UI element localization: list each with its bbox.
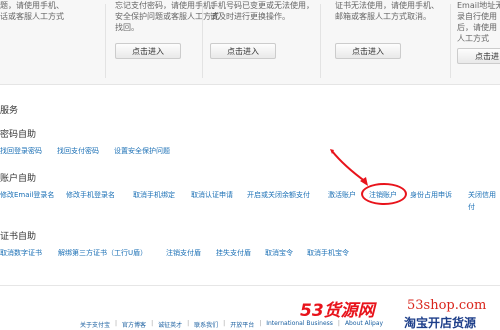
link-cancel-verification[interactable]: 取消认证申请: [191, 190, 233, 200]
footer-link-blog[interactable]: 官方博客: [122, 320, 146, 330]
link-modify-email-login[interactable]: 修改Email登录名: [0, 190, 54, 200]
footer-link-about[interactable]: 关于支付宝: [80, 320, 110, 330]
service-title: 服务: [0, 106, 19, 116]
enter-button[interactable]: 点击进入: [210, 43, 276, 59]
card-desc-line: 题，请使用手机、: [0, 1, 64, 10]
card-desc: 手机号码已变更或无法使用， 请及时进行更换操作。: [210, 0, 314, 22]
link-close-credit[interactable]: 关闭信用: [468, 190, 496, 200]
card-desc-line: 忘记支付密码，请使用手机、: [115, 1, 219, 10]
link-balance-payment-toggle[interactable]: 开启或关闭余额支付: [247, 190, 310, 200]
link-activate-account[interactable]: 激活账户: [328, 190, 356, 200]
enter-button[interactable]: 点击进: [457, 48, 500, 64]
link-cancel-paydun[interactable]: 注销支付盾: [166, 248, 201, 258]
link-cancel-baoling[interactable]: 取消宝令: [265, 248, 293, 258]
card-separator: [202, 4, 203, 78]
help-cards-strip: 题，请使用手机、 话或客服人工方式 忘记支付密码，请使用手机、 安全保护问题或客…: [0, 0, 500, 85]
card-separator: [320, 4, 321, 78]
link-report-loss-paydun[interactable]: 挂失支付盾: [216, 248, 251, 258]
footer-separator: |: [223, 320, 226, 327]
enter-button[interactable]: 点击进入: [115, 43, 181, 59]
link-modify-mobile-login[interactable]: 修改手机登录名: [66, 190, 115, 200]
card-desc-line: 后，请使用: [457, 23, 497, 32]
watermark-url: 53shop.com: [407, 298, 487, 313]
card-desc-line: 请及时进行更换操作。: [210, 12, 290, 21]
card-partial-left: 题，请使用手机、 话或客服人工方式: [0, 0, 100, 85]
card-desc-line: 话或客服人工方式: [0, 12, 64, 21]
card-desc: 题，请使用手机、 话或客服人工方式: [0, 0, 64, 22]
card-desc-line: 安全保护问题或客服人工方式: [115, 12, 219, 21]
link-security-question[interactable]: 设置安全保护问题: [114, 146, 170, 156]
section-title-certificate: 证书自助: [0, 232, 37, 242]
section-title-account: 账户自助: [0, 174, 37, 184]
footer-separator: |: [151, 320, 154, 327]
watermark-logo: 53货源网 53shop.com 淘宝开店货源: [300, 296, 500, 330]
link-find-login-password[interactable]: 找回登录密码: [0, 146, 42, 156]
card-cancel-certificate: 证书无法使用，请使用手机、 邮箱或客服人工方式取消。 点击进入: [335, 0, 447, 85]
card-desc: 证书无法使用，请使用手机、 邮箱或客服人工方式取消。: [335, 0, 439, 22]
footer-separator: |: [115, 320, 118, 327]
watermark-sub: 淘宝开店货源: [404, 316, 477, 330]
link-unbind-third-party-cert[interactable]: 解绑第三方证书（工行U盾）: [58, 248, 147, 258]
annotation-arrow-icon: [330, 149, 368, 186]
card-desc-line: 找回。: [115, 23, 139, 32]
card-partial-right: Email地址无 录自行使用 后，请使用 人工方式 点击进: [457, 0, 500, 85]
card-desc-line: 录自行使用: [457, 12, 497, 21]
card-desc: 忘记支付密码，请使用手机、 安全保护问题或客服人工方式 找回。: [115, 0, 219, 33]
link-close-credit-cont[interactable]: 付: [468, 202, 475, 212]
footer-link-careers[interactable]: 诚征英才: [158, 320, 182, 330]
section-title-password: 密码自助: [0, 130, 37, 140]
card-desc-line: Email地址无: [457, 1, 500, 10]
enter-button[interactable]: 点击进入: [335, 43, 401, 59]
card-desc-line: 邮箱或客服人工方式取消。: [335, 12, 431, 21]
link-identity-appeal[interactable]: 身份占用申诉: [410, 190, 452, 200]
card-desc-line: 人工方式: [457, 34, 489, 43]
card-desc: Email地址无 录自行使用 后，请使用 人工方式: [457, 0, 500, 44]
footer-separator: |: [259, 320, 262, 327]
link-cancel-mobile-binding[interactable]: 取消手机绑定: [133, 190, 175, 200]
card-find-pay-password: 忘记支付密码，请使用手机、 安全保护问题或客服人工方式 找回。 点击进入: [115, 0, 225, 85]
card-desc-line: 手机号码已变更或无法使用，: [210, 1, 314, 10]
link-cancel-mobile-baoling[interactable]: 取消手机宝令: [307, 248, 349, 258]
card-desc-line: 证书无法使用，请使用手机、: [335, 1, 439, 10]
footer-link-open-platform[interactable]: 开放平台: [230, 320, 254, 330]
watermark-main: 53货源网: [300, 301, 375, 321]
footer-separator: |: [187, 320, 190, 327]
footer-link-contact[interactable]: 联系我们: [194, 320, 218, 330]
card-separator: [105, 4, 106, 78]
card-change-mobile: 手机号码已变更或无法使用， 请及时进行更换操作。 点击进入: [210, 0, 320, 85]
footer-divider: [0, 285, 500, 286]
link-find-pay-password[interactable]: 找回支付密码: [57, 146, 99, 156]
card-separator: [450, 4, 451, 78]
highlight-circle: [361, 183, 407, 205]
link-cancel-digital-cert[interactable]: 取消数字证书: [0, 248, 42, 258]
